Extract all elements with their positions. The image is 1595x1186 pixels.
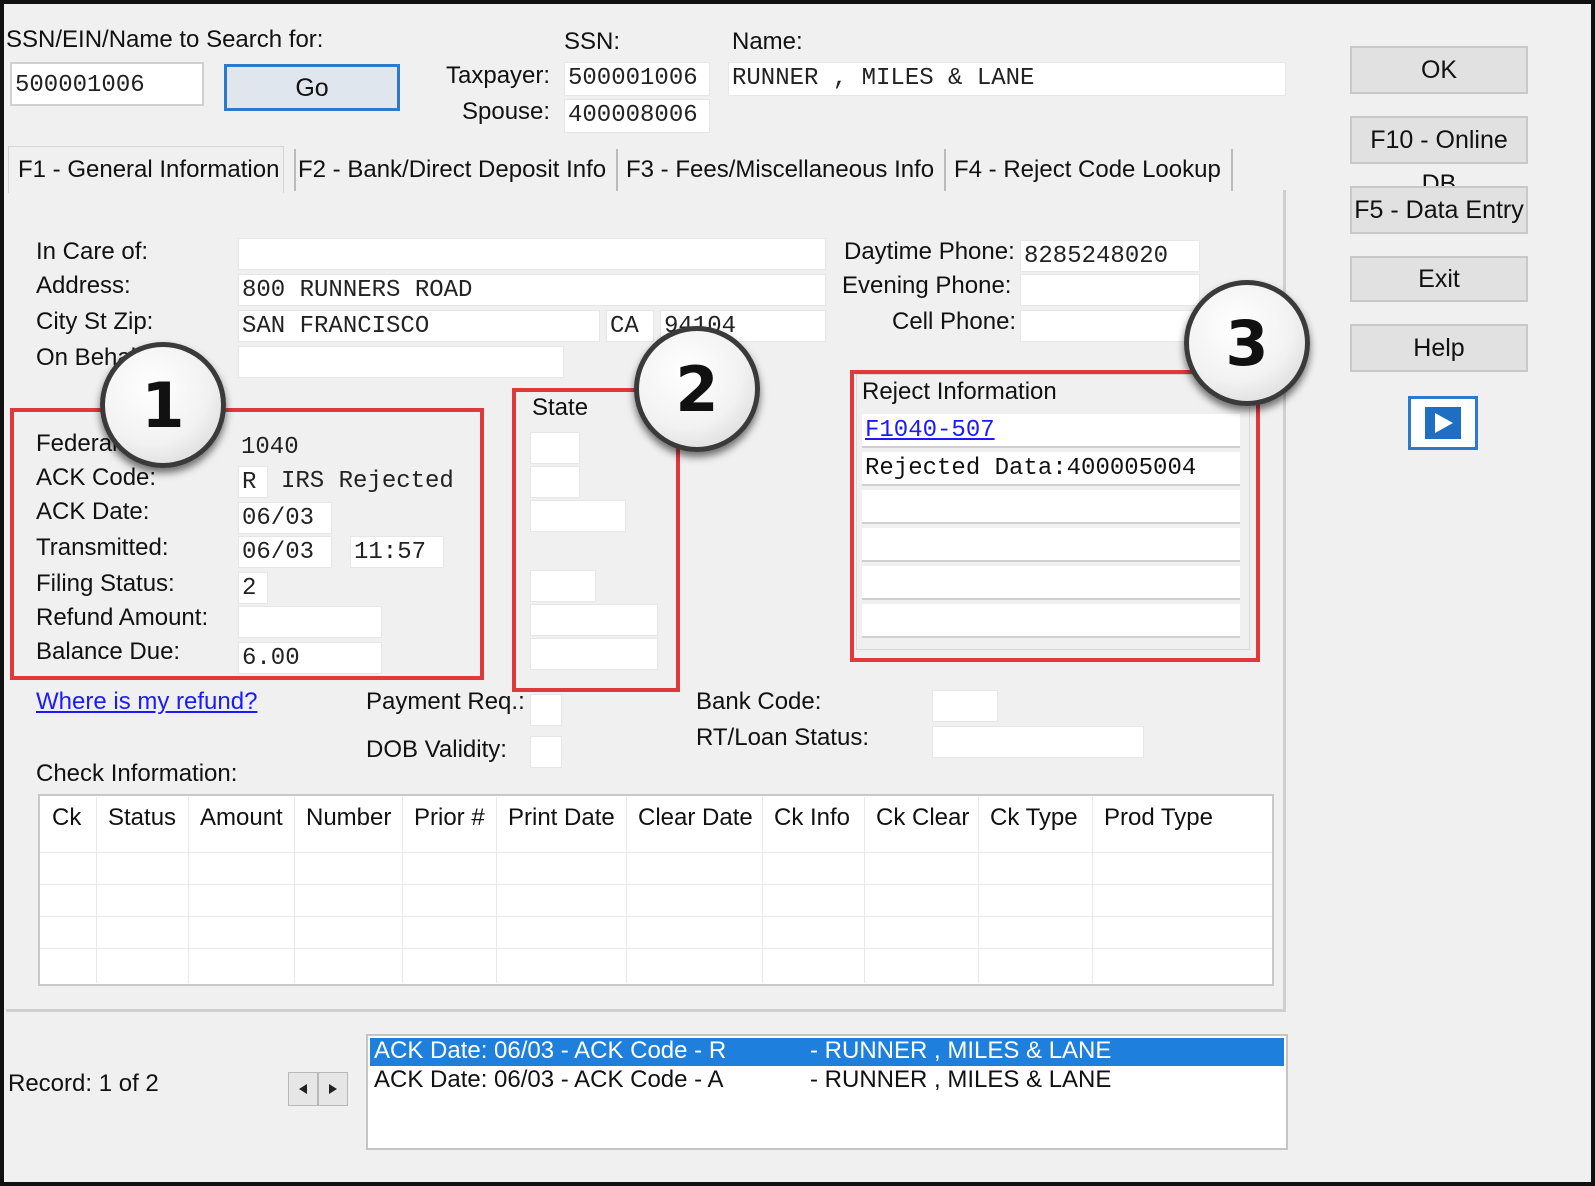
help-button[interactable]: Help: [1350, 324, 1528, 372]
column-header[interactable]: Ck: [52, 804, 81, 832]
address-label: Address:: [36, 272, 131, 299]
app-window: SSN/EIN/Name to Search for: 500001006 Go…: [0, 0, 1595, 1186]
highlight-box-federal: [10, 408, 484, 680]
grid-line: [402, 797, 403, 983]
record-item-ack: ACK Date: 06/03 - ACK Code - R: [374, 1037, 727, 1064]
tab-general-information[interactable]: F1 - General Information: [18, 149, 279, 191]
callout-3: 3: [1184, 280, 1310, 406]
grid-line: [188, 797, 189, 983]
column-header[interactable]: Ck Info: [774, 804, 850, 832]
where-is-my-refund-link[interactable]: Where is my refund?: [36, 688, 257, 716]
record-item-name[interactable]: - RUNNER , MILES & LANE: [810, 1066, 1111, 1094]
grid-line: [96, 797, 97, 983]
cell-phone-label: Cell Phone:: [892, 308, 1017, 335]
grid-line: [294, 797, 295, 983]
grid-line: [978, 797, 979, 983]
exit-button[interactable]: Exit: [1350, 256, 1528, 302]
evening-phone-field[interactable]: [1020, 274, 1200, 306]
next-button[interactable]: [1408, 396, 1478, 450]
in-care-of-field[interactable]: [238, 238, 826, 270]
grid-line: [626, 797, 627, 983]
record-item-name: - RUNNER , MILES & LANE: [810, 1037, 1112, 1064]
column-header[interactable]: Number: [306, 804, 391, 832]
search-label: SSN/EIN/Name to Search for:: [6, 26, 324, 53]
taxpayer-label: Taxpayer:: [446, 62, 551, 89]
city-st-zip-label: City St Zip:: [36, 308, 154, 335]
grid-line: [40, 948, 1272, 949]
grid-line: [762, 797, 763, 983]
data-entry-button[interactable]: F5 - Data Entry: [1350, 186, 1528, 234]
city-field[interactable]: SAN FRANCISCO: [238, 310, 600, 342]
column-header[interactable]: Status: [108, 804, 176, 832]
callout-2: 2: [634, 326, 760, 452]
evening-phone-label: Evening Phone:: [842, 272, 1012, 299]
column-header[interactable]: Amount: [200, 804, 283, 832]
spouse-label: Spouse:: [462, 98, 551, 125]
taxpayer-ssn-field[interactable]: 500001006: [564, 62, 710, 96]
play-next-icon: [1425, 407, 1461, 439]
dob-validity-field[interactable]: [530, 736, 562, 768]
highlight-box-reject: [850, 370, 1260, 662]
daytime-phone-field[interactable]: 8285248020: [1020, 240, 1200, 272]
spouse-ssn-field[interactable]: 400008006: [564, 99, 710, 133]
dob-validity-label: DOB Validity:: [366, 736, 507, 763]
cell-phone-field[interactable]: [1020, 310, 1200, 342]
state-field[interactable]: CA: [606, 310, 654, 342]
grid-line: [40, 852, 1272, 853]
payment-req-label: Payment Req.:: [366, 688, 525, 715]
check-information-label: Check Information:: [36, 760, 238, 787]
tab-reject-code-lookup[interactable]: F4 - Reject Code Lookup: [954, 149, 1233, 191]
rt-loan-status-field[interactable]: [932, 726, 1144, 758]
ok-button[interactable]: OK: [1350, 46, 1528, 94]
grid-line: [1092, 797, 1093, 983]
column-header[interactable]: Print Date: [508, 804, 615, 832]
arrow-left-icon: [299, 1084, 307, 1094]
search-input[interactable]: 500001006: [10, 62, 204, 106]
grid-line: [40, 916, 1272, 917]
next-record-button[interactable]: [318, 1072, 348, 1106]
grid-line: [496, 797, 497, 983]
column-header[interactable]: Prior #: [414, 804, 485, 832]
record-counter: Record: 1 of 2: [8, 1070, 159, 1097]
grid-line: [40, 884, 1272, 885]
online-db-button[interactable]: F10 - Online DB: [1350, 116, 1528, 198]
taxpayer-name-field[interactable]: RUNNER , MILES & LANE: [728, 62, 1286, 96]
column-header[interactable]: Ck Type: [990, 804, 1078, 832]
arrow-right-icon: [329, 1084, 337, 1094]
grid-line: [864, 797, 865, 983]
column-header[interactable]: Prod Type: [1104, 804, 1213, 832]
prev-record-button[interactable]: [288, 1072, 318, 1106]
ssn-header-label: SSN:: [564, 28, 621, 55]
on-behalf-field[interactable]: [238, 346, 564, 378]
column-header[interactable]: Ck Clear: [876, 804, 969, 832]
record-item-ack[interactable]: ACK Date: 06/03 - ACK Code - A: [374, 1066, 724, 1094]
name-header-label: Name:: [732, 28, 803, 55]
bank-code-label: Bank Code:: [696, 688, 822, 715]
column-header[interactable]: Clear Date: [638, 804, 753, 832]
in-care-of-label: In Care of:: [36, 238, 149, 265]
rt-loan-status-label: RT/Loan Status:: [696, 724, 869, 751]
go-button[interactable]: Go: [224, 64, 400, 111]
address-field[interactable]: 800 RUNNERS ROAD: [238, 274, 826, 306]
tab-fees-miscellaneous[interactable]: F3 - Fees/Miscellaneous Info: [626, 149, 947, 191]
tab-bank-direct-deposit[interactable]: F2 - Bank/Direct Deposit Info: [294, 149, 619, 191]
payment-req-field[interactable]: [530, 694, 562, 726]
bank-code-field[interactable]: [932, 690, 998, 722]
callout-1: 1: [100, 342, 226, 468]
daytime-phone-label: Daytime Phone:: [844, 238, 1015, 265]
